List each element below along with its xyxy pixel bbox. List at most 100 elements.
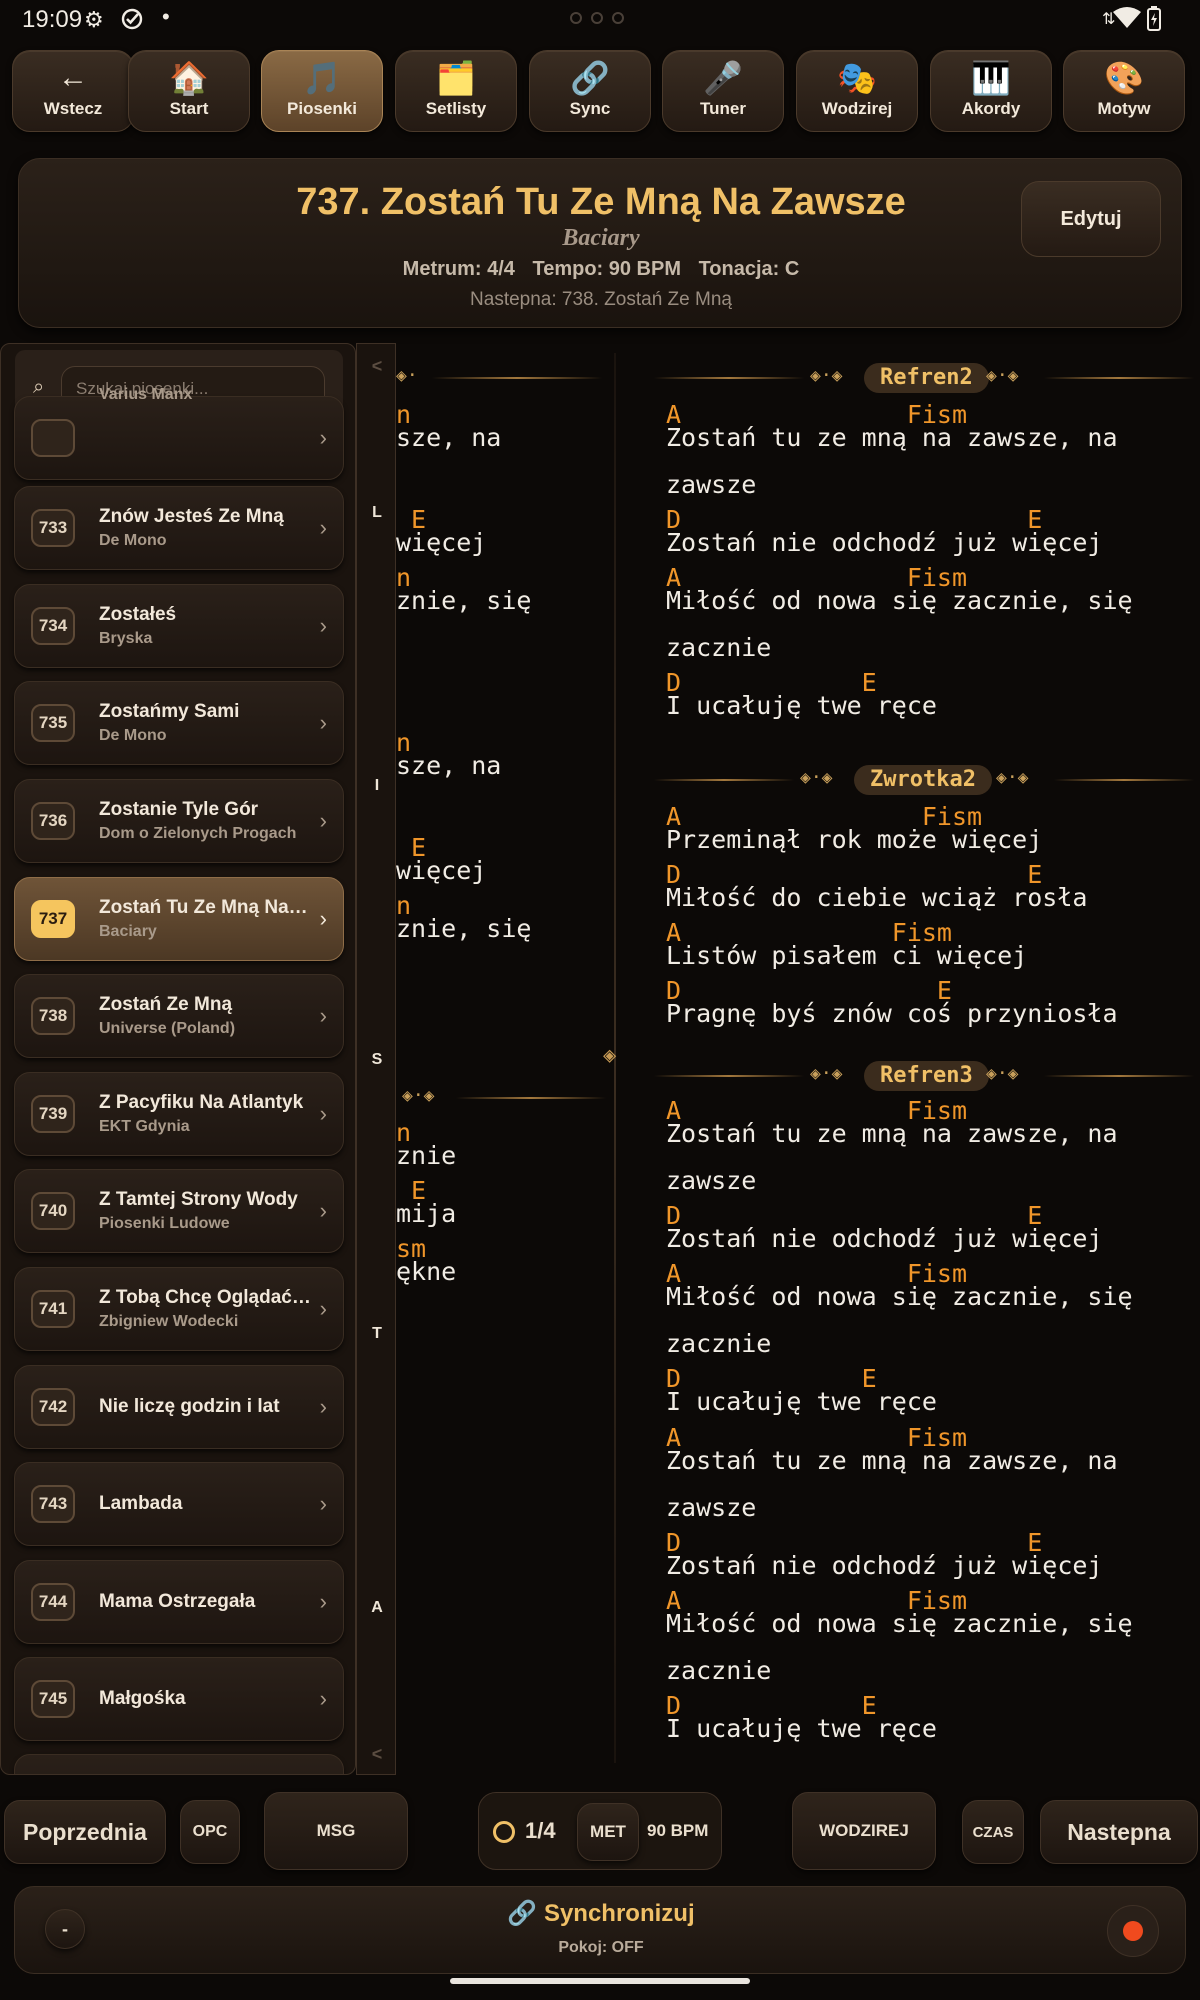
nav-wodzirej-button[interactable]: 🎭 Wodzirej xyxy=(796,50,918,132)
nav-label: Wodzirej xyxy=(821,99,893,118)
song-list-item[interactable]: 742 Nie liczę godzin i lat › xyxy=(14,1365,344,1449)
time-button[interactable]: CZAS xyxy=(962,1800,1024,1864)
msg-button[interactable]: MSG xyxy=(264,1792,408,1870)
previous-song-button[interactable]: Poprzednia xyxy=(4,1800,166,1864)
lyric-line: I ucałuję twe ręce xyxy=(666,691,937,720)
song-list-item[interactable]: 739 Z Pacyfiku Na Atlantyk EKT Gdynia › xyxy=(14,1072,344,1156)
lyric-line: Zostań nie odchodź już więcej xyxy=(666,1551,1103,1580)
song-list-item[interactable]: 745 Małgośka › xyxy=(14,1657,344,1741)
piano-icon: 🎹 xyxy=(971,60,1011,96)
song-list-item[interactable]: 740 Z Tamtej Strony Wody Piosenki Ludowe… xyxy=(14,1169,344,1253)
edit-button[interactable]: Edytuj xyxy=(1021,181,1161,257)
section-rule xyxy=(1054,779,1194,781)
song-list-item[interactable]: 733 Znów Jesteś Ze Mną De Mono › xyxy=(14,486,344,570)
alphabet-index[interactable]: < L I S T A < xyxy=(356,343,396,1775)
lyric-line: zacznie xyxy=(666,633,772,662)
song-list-item[interactable]: 734 Zostałeś Bryska › xyxy=(14,584,344,668)
chevron-right-icon: › xyxy=(319,613,327,638)
record-dot-icon xyxy=(1123,1921,1143,1941)
nav-setlists-button[interactable]: 🗂️ Setlisty xyxy=(395,50,517,132)
chevron-right-icon: › xyxy=(319,425,327,450)
song-list-item[interactable]: 741 Z Tobą Chcę Oglądać Świat Zbigniew W… xyxy=(14,1267,344,1351)
lyric-line: sze, na xyxy=(396,423,502,452)
song-title: 737. Zostań Tu Ze Mną Na Zawsze xyxy=(296,181,906,223)
lyrics-view[interactable]: ◈ ◈· n sze, na E więcej n znie, się n sz… xyxy=(396,343,1200,1775)
chevron-right-icon: › xyxy=(319,1198,327,1223)
opc-button[interactable]: OPC xyxy=(180,1800,240,1864)
section-rule xyxy=(1044,1075,1194,1077)
nav-tuner-button[interactable]: 🎤 Tuner xyxy=(662,50,784,132)
song-item-title: Z Tobą Chcę Oglądać Świat xyxy=(99,1287,311,1308)
settings-gear-icon: ⚙ xyxy=(84,7,104,32)
check-circle-icon xyxy=(120,7,144,37)
alpha-up-chevron-icon[interactable]: < xyxy=(357,356,397,377)
chevron-right-icon: › xyxy=(319,1003,327,1028)
song-key: Tonacja: C xyxy=(698,258,800,280)
alpha-letter[interactable]: T xyxy=(357,1325,397,1343)
song-list-item[interactable]: 736 Zostanie Tyle Gór Dom o Zielonych Pr… xyxy=(14,779,344,863)
song-list-panel[interactable]: ⌕ Varius Manx › 733 Znów Jesteś Ze Mną D… xyxy=(0,343,356,1775)
home-indicator[interactable] xyxy=(450,1978,750,1984)
microphone-icon: 🎤 xyxy=(703,60,743,96)
nav-start-button[interactable]: 🏠 Start xyxy=(128,50,250,132)
song-item-title: Lambada xyxy=(99,1493,183,1514)
song-list-item-active[interactable]: 737 Zostań Tu Ze Mną Na Zawsze Baciary › xyxy=(14,877,344,961)
song-item-artist: Varius Manx xyxy=(99,386,193,403)
alpha-letter[interactable]: I xyxy=(357,777,397,795)
nav-sync-button[interactable]: 🔗 Sync xyxy=(529,50,651,132)
song-list-item[interactable]: 744 Mama Ostrzegała › xyxy=(14,1560,344,1644)
alpha-letter[interactable]: S xyxy=(357,1051,397,1069)
lyric-line: mija xyxy=(396,1199,457,1228)
nav-theme-button[interactable]: 🎨 Motyw xyxy=(1063,50,1185,132)
lyric-line: zacznie xyxy=(666,1656,772,1685)
next-song-button[interactable]: Nastepna xyxy=(1040,1800,1198,1864)
song-list-item[interactable]: 743 Lambada › xyxy=(14,1462,344,1546)
song-item-title: Mama Ostrzegała xyxy=(99,1591,256,1612)
nav-back-button[interactable]: ← Wstecz xyxy=(12,50,134,132)
lyric-line: więcej xyxy=(396,856,487,885)
nav-label: Piosenki xyxy=(287,99,357,118)
song-number-badge: 736 xyxy=(31,802,75,840)
masks-icon: 🎭 xyxy=(837,60,877,96)
wodzirej-button[interactable]: WODZIREJ xyxy=(792,1792,936,1870)
chevron-right-icon: › xyxy=(319,515,327,540)
song-list-item[interactable]: 735 Zostańmy Sami De Mono › xyxy=(14,681,344,765)
link-icon: 🔗 xyxy=(570,60,610,96)
song-list-item[interactable]: 738 Zostań Ze Mną Universe (Poland) › xyxy=(14,974,344,1058)
ornament-icon: ◈·◈ xyxy=(810,365,843,386)
nav-songs-button[interactable]: 🎵 Piosenki xyxy=(261,50,383,132)
song-item-title: Zostań Tu Ze Mną Na Zawsze xyxy=(99,897,311,918)
nav-chords-button[interactable]: 🎹 Akordy xyxy=(930,50,1052,132)
sync-button[interactable]: 🔗 Synchronizuj xyxy=(15,1899,1187,1928)
record-button[interactable] xyxy=(1107,1905,1159,1957)
song-list-item[interactable] xyxy=(14,1754,344,1774)
song-number-badge: 742 xyxy=(31,1388,75,1426)
metronome-button[interactable]: MET xyxy=(577,1803,639,1861)
song-number-badge: 734 xyxy=(31,607,75,645)
ornament-icon: ◈·◈ xyxy=(986,365,1019,386)
lyric-line: Miłość od nowa się zacznie, się xyxy=(666,1609,1133,1638)
song-list-item[interactable]: Varius Manx › xyxy=(14,386,344,480)
song-item-title: Z Pacyfiku Na Atlantyk xyxy=(99,1092,304,1113)
song-item-artist: EKT Gdynia xyxy=(99,1118,190,1135)
alpha-down-chevron-icon[interactable]: < xyxy=(357,1744,397,1765)
song-item-artist: Bryska xyxy=(99,630,153,647)
alpha-letter[interactable]: L xyxy=(357,504,397,522)
song-meter: Metrum: 4/4 xyxy=(402,258,515,280)
song-item-title: Znów Jesteś Ze Mną xyxy=(99,506,284,527)
lyric-line: Zostań tu ze mną na zawsze, na xyxy=(666,1446,1118,1475)
alpha-letter[interactable]: A xyxy=(357,1599,397,1617)
lyric-line: zacznie xyxy=(666,1329,772,1358)
lyric-line: znie, się xyxy=(396,586,532,615)
divider-diamond-icon: ◈ xyxy=(603,1043,617,1068)
nav-label: Wstecz xyxy=(43,99,103,118)
music-note-icon: 🎵 xyxy=(302,60,342,96)
ornament-icon: ◈·◈ xyxy=(810,1063,843,1084)
song-number-badge: 745 xyxy=(31,1680,75,1718)
section-rule xyxy=(456,1097,606,1099)
beat-counter: 1/4 xyxy=(525,1818,556,1843)
song-item-title: Zostańmy Sami xyxy=(99,701,240,722)
section-header-refren2: ◈·◈ Refren2 ◈·◈ xyxy=(654,363,1200,393)
song-number-badge: 739 xyxy=(31,1095,75,1133)
lyric-line: Zostań nie odchodź już więcej xyxy=(666,1224,1103,1253)
